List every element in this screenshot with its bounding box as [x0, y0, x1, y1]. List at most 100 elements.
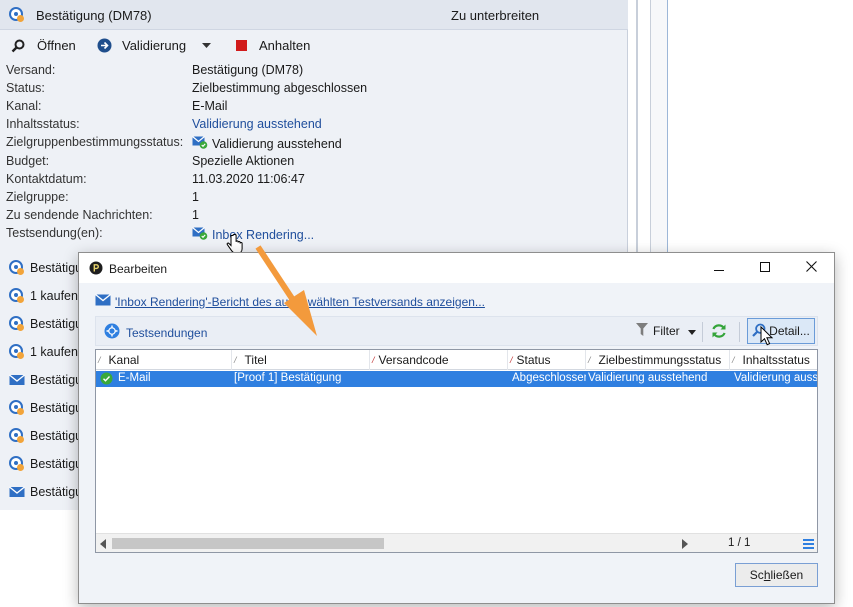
- list-item[interactable]: Bestätigu: [0, 450, 80, 478]
- property-row-versand: Versand: Bestätigung (DM78): [6, 63, 606, 81]
- scrollbar-thumb[interactable]: [112, 538, 384, 549]
- test-sends-button[interactable]: Testsendungen: [104, 323, 207, 342]
- property-row-kontaktdatum: Kontaktdatum: 11.03.2020 11:06:47: [6, 172, 606, 190]
- dialog-body: 'Inbox Rendering'-Bericht des ausgewählt…: [79, 283, 834, 603]
- email-validated-icon: [192, 135, 208, 152]
- pager: 1 / 1: [728, 537, 751, 549]
- cell-targeting-status: Validierung ausstehend: [588, 372, 708, 384]
- delivery-status: Zu unterbreiten: [451, 8, 540, 23]
- open-label: Öffnen: [37, 38, 76, 53]
- list-item[interactable]: Bestätigu: [0, 366, 80, 394]
- inbox-rendering-link[interactable]: Inbox Rendering...: [192, 226, 314, 243]
- delivery-toolbar: Öffnen Validierung Anhalten: [0, 32, 628, 60]
- toolbar-divider: [739, 322, 740, 342]
- maximize-icon: [760, 261, 770, 275]
- column-header-zielbestimmungsstatus[interactable]: / Zielbestimmungsstatus: [586, 350, 730, 370]
- list-item[interactable]: 1 kaufen,: [0, 338, 80, 366]
- horizontal-scrollbar[interactable]: 1 / 1: [96, 533, 817, 552]
- column-header-kanal[interactable]: / Kanal: [96, 350, 232, 370]
- maximize-button[interactable]: [742, 253, 788, 283]
- property-key: Kontaktdatum:: [6, 172, 87, 186]
- open-button[interactable]: Öffnen: [11, 38, 76, 53]
- close-label-prefix: Sc: [749, 568, 764, 582]
- property-value: Spezielle Aktionen: [192, 154, 295, 168]
- test-sends-icon: [104, 323, 120, 342]
- scroll-right-icon[interactable]: [682, 538, 688, 552]
- column-header-label: Versandcode: [378, 353, 449, 367]
- list-item[interactable]: Bestätigu: [0, 394, 80, 422]
- list-item[interactable]: Bestätigu: [0, 422, 80, 450]
- property-row-testsendungen: Testsendung(en): Inbox Rendering...: [6, 226, 606, 244]
- delivery-icon: [9, 316, 25, 332]
- column-header-versandcode[interactable]: / Versandcode: [370, 350, 508, 370]
- list-item-label: Bestätigu: [30, 401, 80, 415]
- list-item[interactable]: Bestätigu: [0, 254, 80, 282]
- close-button[interactable]: Sc h ließen: [735, 563, 818, 587]
- close-label-suffix: ließen: [770, 568, 804, 582]
- column-header-status[interactable]: / Status: [508, 350, 586, 370]
- delivery-icon: [9, 456, 25, 472]
- property-row-budget: Budget: Spezielle Aktionen: [6, 154, 606, 172]
- list-item[interactable]: 1 kaufen,: [0, 282, 80, 310]
- delivery-icon: [9, 260, 25, 276]
- filter-label: Filter: [653, 324, 680, 338]
- minimize-button[interactable]: [696, 253, 742, 283]
- list-item-label: 1 kaufen,: [30, 289, 80, 303]
- validate-button[interactable]: Validierung: [97, 38, 212, 53]
- dialog-title: Bearbeiten: [109, 262, 168, 276]
- toolbar-divider: [702, 322, 703, 342]
- column-header-titel[interactable]: / Titel: [232, 350, 370, 370]
- sort-icon: /: [372, 355, 375, 365]
- test-sends-label: Testsendungen: [126, 325, 208, 340]
- delivery-icon: [9, 400, 25, 416]
- refresh-button[interactable]: [710, 322, 728, 343]
- property-key: Testsendung(en):: [6, 226, 103, 240]
- property-value: 11.03.2020 11:06:47: [192, 172, 305, 186]
- filter-button[interactable]: Filter: [636, 323, 696, 339]
- column-header-inhaltsstatus[interactable]: / Inhaltsstatus: [730, 350, 817, 370]
- minimize-icon: [714, 261, 724, 275]
- list-item-label: 1 kaufen,: [30, 345, 80, 359]
- dialog-titlebar[interactable]: Bearbeiten: [79, 253, 834, 283]
- sort-icon: /: [510, 355, 513, 365]
- table-row[interactable]: E-Mail [Proof 1] Bestätigung Abgeschloss…: [96, 371, 817, 387]
- detail-button[interactable]: Detail...: [747, 318, 815, 344]
- content-status-link[interactable]: Validierung ausstehend: [192, 117, 322, 131]
- pane-splitter[interactable]: [636, 0, 638, 260]
- property-key: Versand:: [6, 63, 56, 77]
- property-value: E-Mail: [192, 99, 228, 113]
- cell-content-status: Validierung ausste: [734, 372, 817, 384]
- column-header-label: Titel: [244, 353, 267, 367]
- property-row-kanal: Kanal: E-Mail: [6, 99, 606, 117]
- close-label-accesskey: h: [763, 568, 771, 582]
- delivery-icon: [9, 344, 25, 360]
- filter-icon: [636, 323, 648, 339]
- close-icon: [805, 261, 817, 275]
- list-item-label: Bestätigu: [30, 373, 80, 387]
- property-value: Bestätigung (DM78): [192, 63, 304, 77]
- delivery-icon: [9, 428, 25, 444]
- list-item[interactable]: Bestätigu: [0, 478, 80, 506]
- inbox-rendering-report-link[interactable]: 'Inbox Rendering'-Bericht des ausgewählt…: [95, 293, 485, 309]
- delivery-header[interactable]: Bestätigung (DM78) Zu unterbreiten: [0, 0, 628, 30]
- stop-icon: [236, 40, 247, 51]
- sort-icon: /: [98, 355, 101, 365]
- stop-button[interactable]: Anhalten: [236, 38, 310, 53]
- list-item[interactable]: Bestätigu: [0, 310, 80, 338]
- close-window-button[interactable]: [788, 253, 834, 283]
- cell-channel: E-Mail: [118, 372, 151, 384]
- chevron-down-icon[interactable]: [202, 42, 212, 49]
- column-header-label: Inhaltsstatus: [742, 353, 810, 367]
- cell-title: [Proof 1] Bestätigung: [234, 372, 342, 384]
- dialog-toolbar: Testsendungen Filter Detail...: [95, 316, 818, 346]
- scroll-left-icon[interactable]: [100, 538, 106, 552]
- proofs-table: / Kanal / Titel / Versandcode / Status / Ziel…: [95, 349, 818, 553]
- arrow-right-circle-icon: [97, 38, 112, 53]
- email-validated-icon: [192, 226, 208, 243]
- property-key: Inhaltsstatus:: [6, 117, 80, 131]
- edit-dialog: Bearbeiten 'Inbox Rendering'-Bericht des…: [78, 252, 835, 604]
- property-row-zielgruppe: Zielgruppe: 1: [6, 190, 606, 208]
- delivery-icon: [9, 288, 25, 304]
- list-menu-icon[interactable]: [803, 538, 814, 552]
- property-key: Kanal:: [6, 99, 42, 113]
